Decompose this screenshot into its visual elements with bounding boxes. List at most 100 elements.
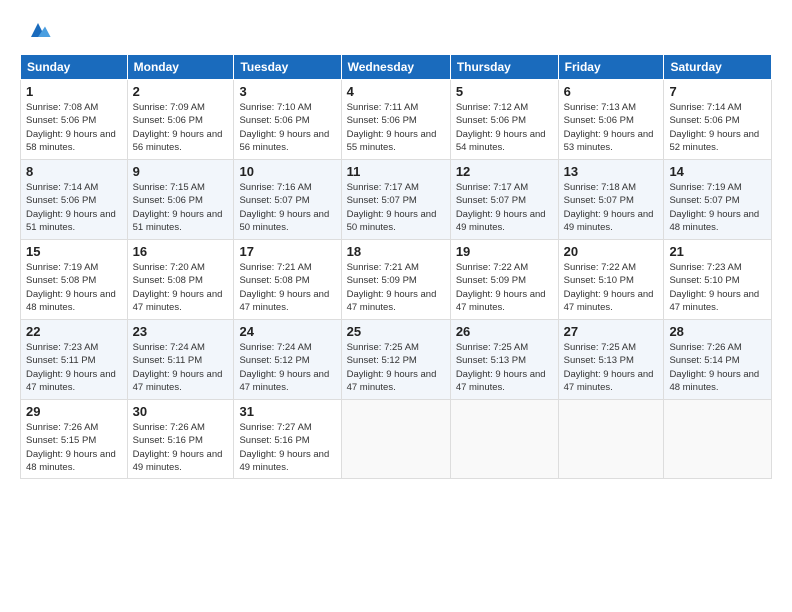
calendar-cell: 23 Sunrise: 7:24 AM Sunset: 5:11 PM Dayl…	[127, 320, 234, 400]
day-info: Sunrise: 7:25 AM Sunset: 5:13 PM Dayligh…	[564, 341, 659, 394]
calendar-cell: 15 Sunrise: 7:19 AM Sunset: 5:08 PM Dayl…	[21, 240, 128, 320]
logo	[20, 16, 52, 44]
weekday-header-saturday: Saturday	[664, 55, 772, 80]
day-info: Sunrise: 7:17 AM Sunset: 5:07 PM Dayligh…	[456, 181, 553, 234]
day-info: Sunrise: 7:11 AM Sunset: 5:06 PM Dayligh…	[347, 101, 445, 154]
header	[20, 16, 772, 44]
calendar-cell	[341, 400, 450, 479]
day-info: Sunrise: 7:14 AM Sunset: 5:06 PM Dayligh…	[669, 101, 766, 154]
weekday-header-wednesday: Wednesday	[341, 55, 450, 80]
day-info: Sunrise: 7:18 AM Sunset: 5:07 PM Dayligh…	[564, 181, 659, 234]
calendar-cell: 28 Sunrise: 7:26 AM Sunset: 5:14 PM Dayl…	[664, 320, 772, 400]
calendar-cell: 4 Sunrise: 7:11 AM Sunset: 5:06 PM Dayli…	[341, 80, 450, 160]
week-row-2: 8 Sunrise: 7:14 AM Sunset: 5:06 PM Dayli…	[21, 160, 772, 240]
day-number: 5	[456, 84, 553, 99]
day-number: 29	[26, 404, 122, 419]
day-number: 8	[26, 164, 122, 179]
day-info: Sunrise: 7:12 AM Sunset: 5:06 PM Dayligh…	[456, 101, 553, 154]
day-info: Sunrise: 7:24 AM Sunset: 5:11 PM Dayligh…	[133, 341, 229, 394]
day-info: Sunrise: 7:10 AM Sunset: 5:06 PM Dayligh…	[239, 101, 335, 154]
calendar-cell: 24 Sunrise: 7:24 AM Sunset: 5:12 PM Dayl…	[234, 320, 341, 400]
day-number: 13	[564, 164, 659, 179]
day-info: Sunrise: 7:27 AM Sunset: 5:16 PM Dayligh…	[239, 421, 335, 474]
calendar-cell: 5 Sunrise: 7:12 AM Sunset: 5:06 PM Dayli…	[450, 80, 558, 160]
calendar-cell: 11 Sunrise: 7:17 AM Sunset: 5:07 PM Dayl…	[341, 160, 450, 240]
day-info: Sunrise: 7:21 AM Sunset: 5:09 PM Dayligh…	[347, 261, 445, 314]
day-info: Sunrise: 7:26 AM Sunset: 5:14 PM Dayligh…	[669, 341, 766, 394]
day-number: 20	[564, 244, 659, 259]
calendar-cell: 20 Sunrise: 7:22 AM Sunset: 5:10 PM Dayl…	[558, 240, 664, 320]
calendar-cell: 17 Sunrise: 7:21 AM Sunset: 5:08 PM Dayl…	[234, 240, 341, 320]
calendar-cell: 25 Sunrise: 7:25 AM Sunset: 5:12 PM Dayl…	[341, 320, 450, 400]
calendar-cell: 10 Sunrise: 7:16 AM Sunset: 5:07 PM Dayl…	[234, 160, 341, 240]
calendar-cell: 3 Sunrise: 7:10 AM Sunset: 5:06 PM Dayli…	[234, 80, 341, 160]
day-number: 14	[669, 164, 766, 179]
calendar-cell	[558, 400, 664, 479]
day-number: 28	[669, 324, 766, 339]
day-info: Sunrise: 7:13 AM Sunset: 5:06 PM Dayligh…	[564, 101, 659, 154]
day-info: Sunrise: 7:08 AM Sunset: 5:06 PM Dayligh…	[26, 101, 122, 154]
calendar-cell: 18 Sunrise: 7:21 AM Sunset: 5:09 PM Dayl…	[341, 240, 450, 320]
day-info: Sunrise: 7:22 AM Sunset: 5:09 PM Dayligh…	[456, 261, 553, 314]
day-info: Sunrise: 7:25 AM Sunset: 5:12 PM Dayligh…	[347, 341, 445, 394]
calendar-cell: 19 Sunrise: 7:22 AM Sunset: 5:09 PM Dayl…	[450, 240, 558, 320]
calendar-cell: 13 Sunrise: 7:18 AM Sunset: 5:07 PM Dayl…	[558, 160, 664, 240]
day-info: Sunrise: 7:22 AM Sunset: 5:10 PM Dayligh…	[564, 261, 659, 314]
day-number: 10	[239, 164, 335, 179]
calendar-cell: 14 Sunrise: 7:19 AM Sunset: 5:07 PM Dayl…	[664, 160, 772, 240]
calendar-cell: 2 Sunrise: 7:09 AM Sunset: 5:06 PM Dayli…	[127, 80, 234, 160]
day-info: Sunrise: 7:21 AM Sunset: 5:08 PM Dayligh…	[239, 261, 335, 314]
day-number: 4	[347, 84, 445, 99]
weekday-header-monday: Monday	[127, 55, 234, 80]
day-number: 27	[564, 324, 659, 339]
day-number: 2	[133, 84, 229, 99]
day-number: 16	[133, 244, 229, 259]
week-row-4: 22 Sunrise: 7:23 AM Sunset: 5:11 PM Dayl…	[21, 320, 772, 400]
day-number: 23	[133, 324, 229, 339]
calendar-cell: 21 Sunrise: 7:23 AM Sunset: 5:10 PM Dayl…	[664, 240, 772, 320]
day-info: Sunrise: 7:23 AM Sunset: 5:11 PM Dayligh…	[26, 341, 122, 394]
day-info: Sunrise: 7:09 AM Sunset: 5:06 PM Dayligh…	[133, 101, 229, 154]
day-number: 18	[347, 244, 445, 259]
calendar-cell: 7 Sunrise: 7:14 AM Sunset: 5:06 PM Dayli…	[664, 80, 772, 160]
day-number: 17	[239, 244, 335, 259]
day-number: 11	[347, 164, 445, 179]
day-info: Sunrise: 7:25 AM Sunset: 5:13 PM Dayligh…	[456, 341, 553, 394]
day-info: Sunrise: 7:23 AM Sunset: 5:10 PM Dayligh…	[669, 261, 766, 314]
day-info: Sunrise: 7:14 AM Sunset: 5:06 PM Dayligh…	[26, 181, 122, 234]
calendar-cell: 12 Sunrise: 7:17 AM Sunset: 5:07 PM Dayl…	[450, 160, 558, 240]
day-number: 31	[239, 404, 335, 419]
day-number: 22	[26, 324, 122, 339]
day-number: 26	[456, 324, 553, 339]
day-info: Sunrise: 7:19 AM Sunset: 5:07 PM Dayligh…	[669, 181, 766, 234]
day-info: Sunrise: 7:20 AM Sunset: 5:08 PM Dayligh…	[133, 261, 229, 314]
day-info: Sunrise: 7:26 AM Sunset: 5:16 PM Dayligh…	[133, 421, 229, 474]
day-number: 6	[564, 84, 659, 99]
calendar-cell: 16 Sunrise: 7:20 AM Sunset: 5:08 PM Dayl…	[127, 240, 234, 320]
calendar-cell: 1 Sunrise: 7:08 AM Sunset: 5:06 PM Dayli…	[21, 80, 128, 160]
calendar-cell	[664, 400, 772, 479]
day-number: 9	[133, 164, 229, 179]
week-row-1: 1 Sunrise: 7:08 AM Sunset: 5:06 PM Dayli…	[21, 80, 772, 160]
weekday-header-tuesday: Tuesday	[234, 55, 341, 80]
week-row-5: 29 Sunrise: 7:26 AM Sunset: 5:15 PM Dayl…	[21, 400, 772, 479]
calendar-cell: 30 Sunrise: 7:26 AM Sunset: 5:16 PM Dayl…	[127, 400, 234, 479]
calendar-cell: 26 Sunrise: 7:25 AM Sunset: 5:13 PM Dayl…	[450, 320, 558, 400]
calendar-cell: 29 Sunrise: 7:26 AM Sunset: 5:15 PM Dayl…	[21, 400, 128, 479]
day-info: Sunrise: 7:16 AM Sunset: 5:07 PM Dayligh…	[239, 181, 335, 234]
day-number: 3	[239, 84, 335, 99]
day-number: 1	[26, 84, 122, 99]
calendar-cell: 27 Sunrise: 7:25 AM Sunset: 5:13 PM Dayl…	[558, 320, 664, 400]
weekday-header-row: SundayMondayTuesdayWednesdayThursdayFrid…	[21, 55, 772, 80]
day-number: 19	[456, 244, 553, 259]
day-info: Sunrise: 7:24 AM Sunset: 5:12 PM Dayligh…	[239, 341, 335, 394]
calendar-cell	[450, 400, 558, 479]
logo-icon	[24, 16, 52, 44]
weekday-header-friday: Friday	[558, 55, 664, 80]
weekday-header-thursday: Thursday	[450, 55, 558, 80]
day-number: 15	[26, 244, 122, 259]
day-number: 24	[239, 324, 335, 339]
day-number: 25	[347, 324, 445, 339]
calendar-cell: 8 Sunrise: 7:14 AM Sunset: 5:06 PM Dayli…	[21, 160, 128, 240]
day-info: Sunrise: 7:19 AM Sunset: 5:08 PM Dayligh…	[26, 261, 122, 314]
